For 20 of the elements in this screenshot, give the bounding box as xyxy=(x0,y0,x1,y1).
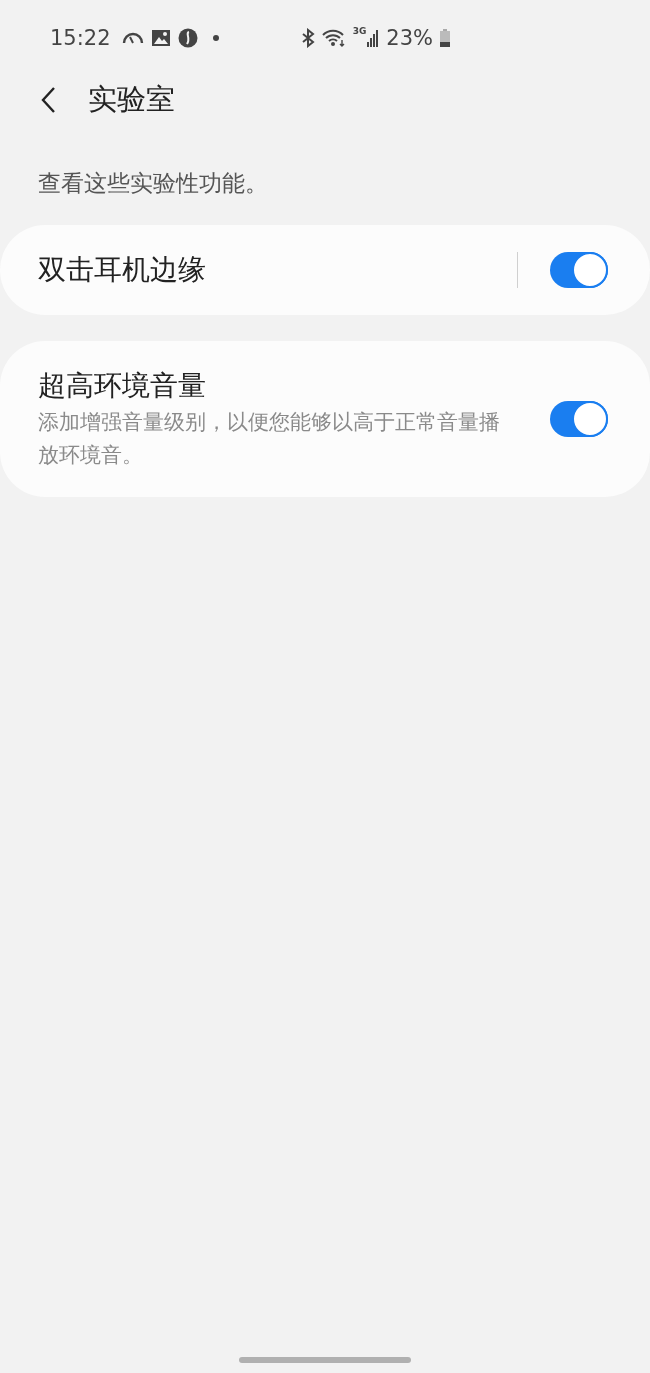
battery-icon xyxy=(440,29,450,47)
battery-percentage: 23% xyxy=(386,26,433,50)
toggle-switch[interactable] xyxy=(550,401,608,437)
status-time: 15:22 xyxy=(50,26,111,50)
globe-icon xyxy=(177,28,198,48)
network-type-label: 3G xyxy=(352,26,367,36)
bluetooth-icon xyxy=(300,28,315,48)
toggle-switch[interactable] xyxy=(550,252,608,288)
signal-icon xyxy=(367,29,380,47)
wifi-icon xyxy=(321,29,346,47)
speedometer-icon xyxy=(121,31,144,45)
image-icon xyxy=(150,29,171,47)
setting-title: 双击耳机边缘 xyxy=(38,252,207,288)
setting-card[interactable]: 双击耳机边缘 xyxy=(0,225,650,315)
setting-title: 超高环境音量 xyxy=(38,368,207,404)
setting-description: 添加增强音量级别，以便您能够以高于正常音量播放环境音。 xyxy=(38,409,501,469)
dot-icon xyxy=(212,35,219,41)
intro-text: 查看这些实验性功能。 xyxy=(38,169,269,198)
page-title: 实验室 xyxy=(88,81,175,118)
setting-card[interactable]: 超高环境音量 添加增强音量级别，以便您能够以高于正常音量播放环境音。 xyxy=(0,341,650,497)
